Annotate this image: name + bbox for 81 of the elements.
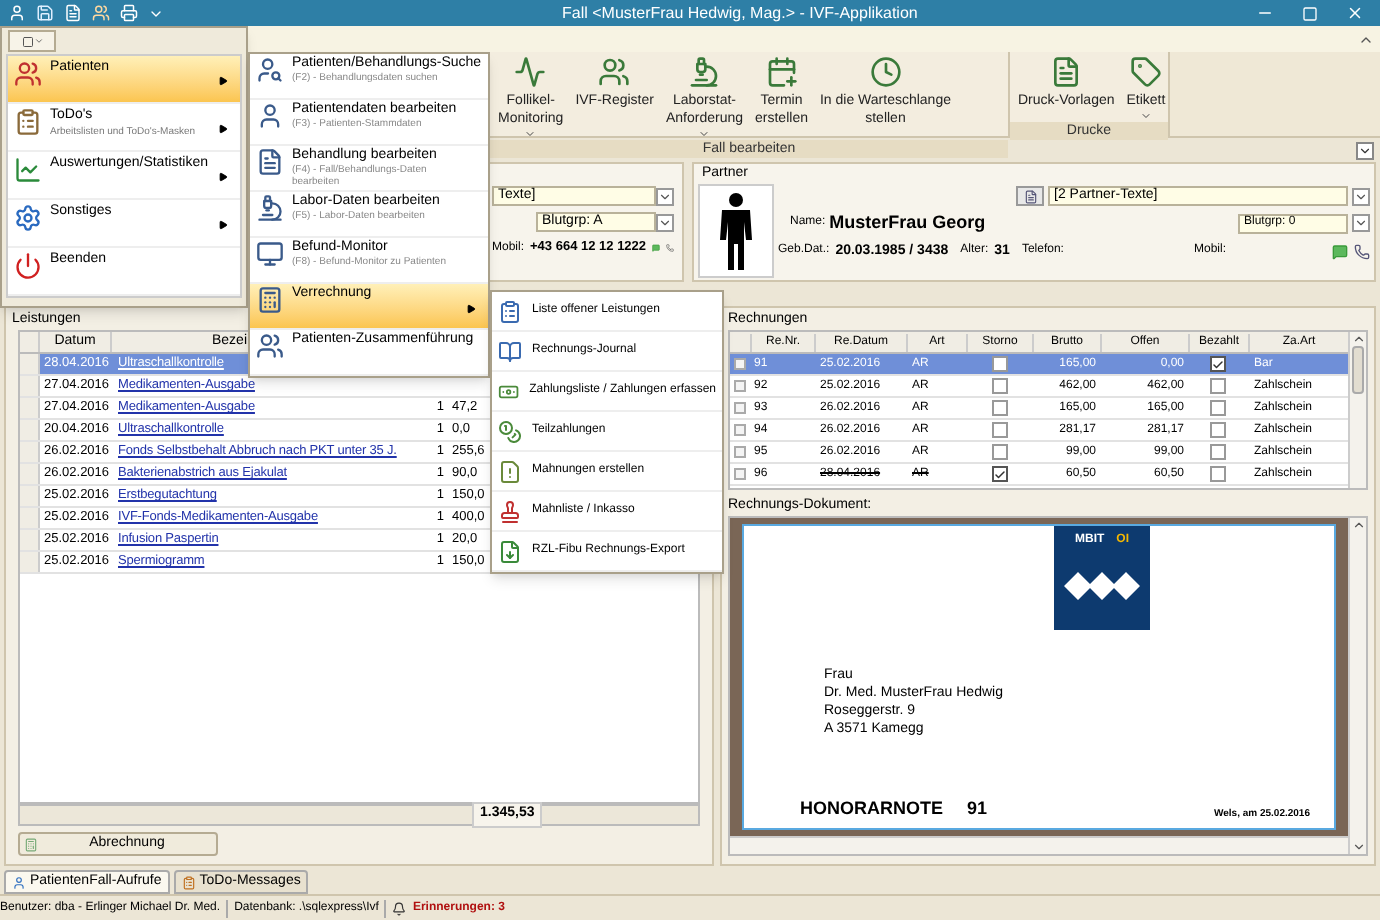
- calendar-icon: [765, 56, 798, 88]
- tag-icon: [1129, 56, 1162, 88]
- app-menu-button[interactable]: [8, 30, 56, 52]
- invoice-heading: HONORARNOTE: [800, 795, 943, 821]
- window-icon: [21, 35, 33, 47]
- dropdown-icon[interactable]: [656, 213, 674, 232]
- scroll-up-icon[interactable]: [1351, 332, 1365, 346]
- name-value: MusterFrau Georg: [829, 210, 986, 236]
- checkbox[interactable]: [991, 400, 1007, 416]
- microscope-icon: [256, 194, 284, 222]
- document-icon: [1050, 56, 1083, 88]
- dropdown-button[interactable]: [1356, 141, 1374, 159]
- person-icon: [12, 875, 26, 889]
- dropdown-icon[interactable]: [1352, 214, 1370, 233]
- document-icon: [256, 148, 284, 176]
- invoice-number: 91: [967, 795, 988, 821]
- bell-icon: [392, 901, 407, 915]
- power-icon: [14, 252, 42, 280]
- checkbox[interactable]: [991, 444, 1007, 460]
- submenu-arrow-icon: [218, 172, 228, 182]
- stamp-icon: [498, 499, 522, 523]
- submenu-arrow-icon: [218, 76, 228, 86]
- book-icon: [498, 339, 522, 363]
- chart-icon: [14, 156, 42, 184]
- caret-icon: [524, 128, 537, 140]
- window-title: Fall <MusterFrau Hedwig, Mag.> - IVF-Applikation: [562, 2, 918, 26]
- message-icon[interactable]: [652, 240, 661, 256]
- calculator-icon: [24, 837, 38, 851]
- dropdown-icon[interactable]: [656, 187, 674, 206]
- clock-icon: [869, 56, 902, 88]
- checkbox[interactable]: [991, 356, 1007, 372]
- people-icon: [598, 56, 631, 88]
- phone-icon[interactable]: [1354, 243, 1370, 260]
- person-icon: [256, 102, 284, 130]
- document-icon[interactable]: [64, 4, 82, 22]
- maximize-icon[interactable]: [1302, 5, 1318, 21]
- clipboard-icon: [14, 108, 42, 136]
- person-silhouette-drawing: [698, 184, 774, 278]
- clipboard-icon: [181, 875, 196, 889]
- scroll-down-icon[interactable]: [1351, 840, 1365, 854]
- horizontal-scrollbar[interactable]: [730, 836, 1348, 854]
- monitor-icon: [256, 240, 284, 268]
- caret-icon: [698, 128, 711, 140]
- save-icon[interactable]: [36, 4, 54, 22]
- clipboard-icon: [498, 299, 522, 323]
- activity-icon: [514, 56, 547, 88]
- app-person-icon[interactable]: [8, 4, 26, 22]
- checkbox[interactable]: [991, 378, 1007, 394]
- document-icon: [1023, 189, 1037, 203]
- coins-icon: [498, 419, 522, 443]
- export-icon: [498, 539, 522, 563]
- submenu-arrow-icon: [218, 124, 228, 134]
- microscope-icon: [688, 56, 721, 88]
- people-icon[interactable]: [92, 4, 110, 22]
- checkbox[interactable]: [1210, 378, 1226, 394]
- submenu-arrow-icon: [466, 304, 476, 314]
- people-icon: [14, 60, 42, 88]
- dropdown-icon[interactable]: [1352, 187, 1370, 205]
- person-search-icon: [256, 56, 284, 84]
- printer-icon[interactable]: [120, 4, 138, 22]
- checkbox[interactable]: [1210, 444, 1226, 460]
- close-icon[interactable]: [1346, 4, 1364, 22]
- caret-icon: [1139, 110, 1152, 122]
- checkbox[interactable]: [1210, 466, 1226, 482]
- calculator-icon: [256, 286, 284, 314]
- warning-document-icon: [498, 459, 522, 483]
- checkbox[interactable]: [1210, 356, 1226, 372]
- caret-icon: [33, 36, 43, 46]
- settings-icon: [14, 204, 42, 232]
- add-notes-button[interactable]: [1016, 186, 1044, 206]
- checkbox[interactable]: [1210, 422, 1226, 438]
- scrollbar[interactable]: [1348, 332, 1366, 488]
- scroll-up-icon[interactable]: [1351, 518, 1365, 532]
- message-icon[interactable]: [1332, 243, 1348, 260]
- caret-icon: [1358, 143, 1372, 157]
- checkbox[interactable]: [991, 466, 1007, 482]
- people-icon: [256, 332, 284, 360]
- vertical-scrollbar[interactable]: [1348, 518, 1366, 854]
- checkbox[interactable]: [991, 422, 1007, 438]
- submenu-arrow-icon: [218, 220, 228, 230]
- checkbox[interactable]: [1210, 400, 1226, 416]
